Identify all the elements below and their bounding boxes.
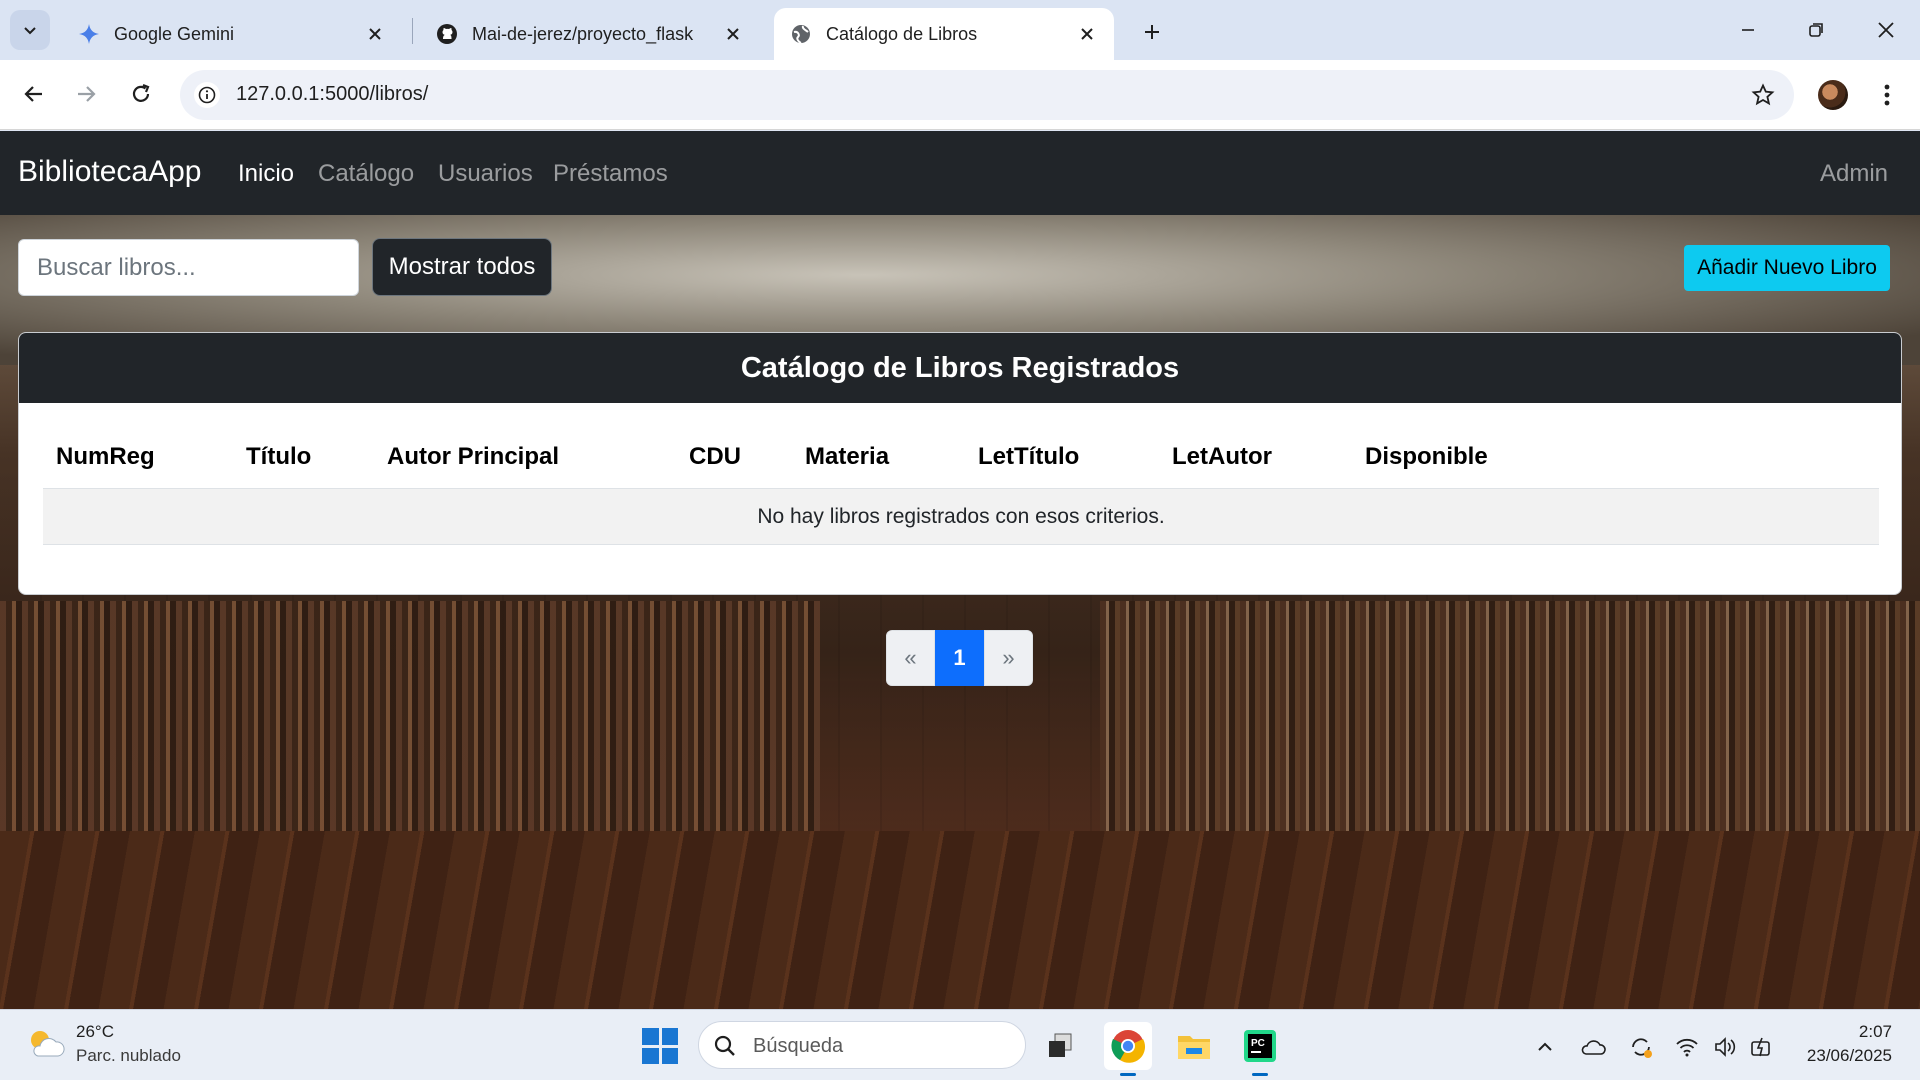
book-search-input[interactable]: [18, 239, 359, 296]
pagination: « 1 »: [886, 630, 1033, 686]
clock-date[interactable]: 23/06/2025: [1807, 1046, 1892, 1066]
forward-button[interactable]: [66, 74, 106, 114]
bookmark-star-icon[interactable]: [1750, 82, 1776, 108]
wifi-icon[interactable]: [1672, 1032, 1702, 1062]
restore-icon: [1809, 23, 1823, 37]
windows-taskbar: 26°C Parc. nublado Búsqueda PC 2:07 23/0…: [0, 1009, 1920, 1080]
sync-icon[interactable]: [1626, 1032, 1656, 1062]
catalog-card: Catálogo de Libros Registrados NumReg Tí…: [18, 332, 1902, 595]
windows-start-icon[interactable]: [642, 1028, 678, 1064]
restore-button[interactable]: [1792, 10, 1840, 50]
pagination-previous[interactable]: «: [886, 630, 935, 686]
nav-link-usuarios[interactable]: Usuarios: [438, 160, 533, 188]
catalog-table-header: NumReg Título Autor Principal CDU Materi…: [43, 403, 1879, 489]
new-tab-button[interactable]: [1134, 14, 1170, 50]
page-viewport: BibliotecaApp Inicio Catálogo Usuarios P…: [0, 131, 1920, 1009]
column-header-autor: Autor Principal: [387, 443, 560, 470]
brand-logo[interactable]: BibliotecaApp: [18, 155, 201, 189]
nav-link-inicio[interactable]: Inicio: [238, 160, 294, 188]
arrow-left-icon: [24, 86, 42, 102]
column-header-materia: Materia: [805, 443, 890, 470]
volume-icon[interactable]: [1710, 1032, 1740, 1062]
onedrive-cloud-icon[interactable]: [1578, 1032, 1608, 1062]
tab-title: Catálogo de Libros: [826, 23, 978, 44]
minimize-button[interactable]: [1724, 10, 1772, 50]
close-window-button[interactable]: [1862, 10, 1910, 50]
pagination-page-1[interactable]: 1: [935, 630, 984, 686]
bookshelves-right-decoration: [1100, 601, 1920, 861]
taskbar-search-label: Búsqueda: [753, 1035, 844, 1057]
file-explorer-icon[interactable]: [1170, 1022, 1218, 1070]
tab-google-gemini[interactable]: Google Gemini: [62, 8, 402, 60]
reload-button[interactable]: [121, 74, 161, 114]
add-book-button[interactable]: Añadir Nuevo Libro: [1684, 245, 1890, 291]
reload-icon: [132, 83, 150, 102]
weather-temperature[interactable]: 26°C: [76, 1022, 114, 1042]
tab-title: Mai-de-jerez/proyecto_flask: [472, 23, 694, 44]
back-button[interactable]: [14, 74, 54, 114]
column-header-letautor: LetAutor: [1172, 443, 1272, 470]
battery-charging-icon[interactable]: [1746, 1032, 1776, 1062]
browser-tab-strip: Google Gemini Mai-de-jerez/proyecto_flas…: [0, 0, 1920, 60]
tab-close-icon[interactable]: [364, 23, 386, 45]
main-navbar: BibliotecaApp Inicio Catálogo Usuarios P…: [0, 131, 1920, 215]
url-text[interactable]: 127.0.0.1:5000/libros/: [236, 83, 428, 106]
tab-separator: [412, 18, 413, 44]
show-all-button[interactable]: Mostrar todos: [372, 238, 552, 296]
pycharm-taskbar-icon[interactable]: PC: [1236, 1022, 1284, 1076]
svg-text:PC: PC: [1251, 1038, 1265, 1049]
close-icon: [1878, 22, 1894, 38]
search-icon: [714, 1035, 735, 1056]
plus-icon: [1145, 25, 1159, 39]
tab-catalogo-libros[interactable]: Catálogo de Libros: [774, 8, 1114, 60]
nav-link-catalogo[interactable]: Catálogo: [318, 160, 414, 188]
arrow-right-icon: [78, 86, 96, 102]
column-header-numreg: NumReg: [56, 443, 155, 470]
column-header-disponible: Disponible: [1365, 443, 1488, 470]
browser-toolbar: 127.0.0.1:5000/libros/: [0, 60, 1920, 130]
column-header-lettitulo: LetTítulo: [978, 443, 1080, 470]
catalog-title: Catálogo de Libros Registrados: [740, 351, 1180, 384]
nav-link-prestamos[interactable]: Préstamos: [553, 160, 668, 188]
chevron-down-icon: [24, 27, 36, 35]
tab-search-button[interactable]: [10, 10, 50, 50]
tab-close-icon[interactable]: [722, 23, 744, 45]
chrome-taskbar-icon[interactable]: [1104, 1022, 1152, 1076]
column-header-cdu: CDU: [689, 443, 741, 470]
column-header-titulo: Título: [246, 443, 312, 470]
gemini-icon: [78, 23, 100, 45]
address-bar[interactable]: 127.0.0.1:5000/libros/: [180, 70, 1794, 120]
chevron-up-icon[interactable]: [1530, 1032, 1560, 1062]
weather-description[interactable]: Parc. nublado: [76, 1046, 181, 1066]
minimize-icon: [1742, 29, 1754, 31]
tab-close-icon[interactable]: [1076, 23, 1098, 45]
clock-time[interactable]: 2:07: [1859, 1022, 1892, 1042]
site-info-icon[interactable]: [194, 82, 220, 108]
nav-link-admin[interactable]: Admin: [1820, 160, 1888, 188]
taskbar-search-box[interactable]: Búsqueda: [698, 1021, 1026, 1069]
tab-github-repo[interactable]: Mai-de-jerez/proyecto_flask: [420, 8, 760, 60]
profile-avatar[interactable]: [1818, 80, 1848, 110]
wooden-floor-decoration: [0, 831, 1920, 1009]
pagination-next[interactable]: »: [984, 630, 1033, 686]
catalog-card-header: Catálogo de Libros Registrados: [19, 333, 1901, 403]
tab-title: Google Gemini: [114, 23, 235, 44]
partly-cloudy-icon[interactable]: [26, 1026, 66, 1062]
empty-table-message: No hay libros registrados con esos crite…: [43, 489, 1879, 545]
globe-icon: [790, 23, 812, 45]
bookshelves-left-decoration: [0, 601, 820, 861]
github-icon: [436, 23, 458, 45]
task-view-icon[interactable]: [1036, 1022, 1084, 1070]
browser-menu-icon[interactable]: [1872, 80, 1902, 110]
